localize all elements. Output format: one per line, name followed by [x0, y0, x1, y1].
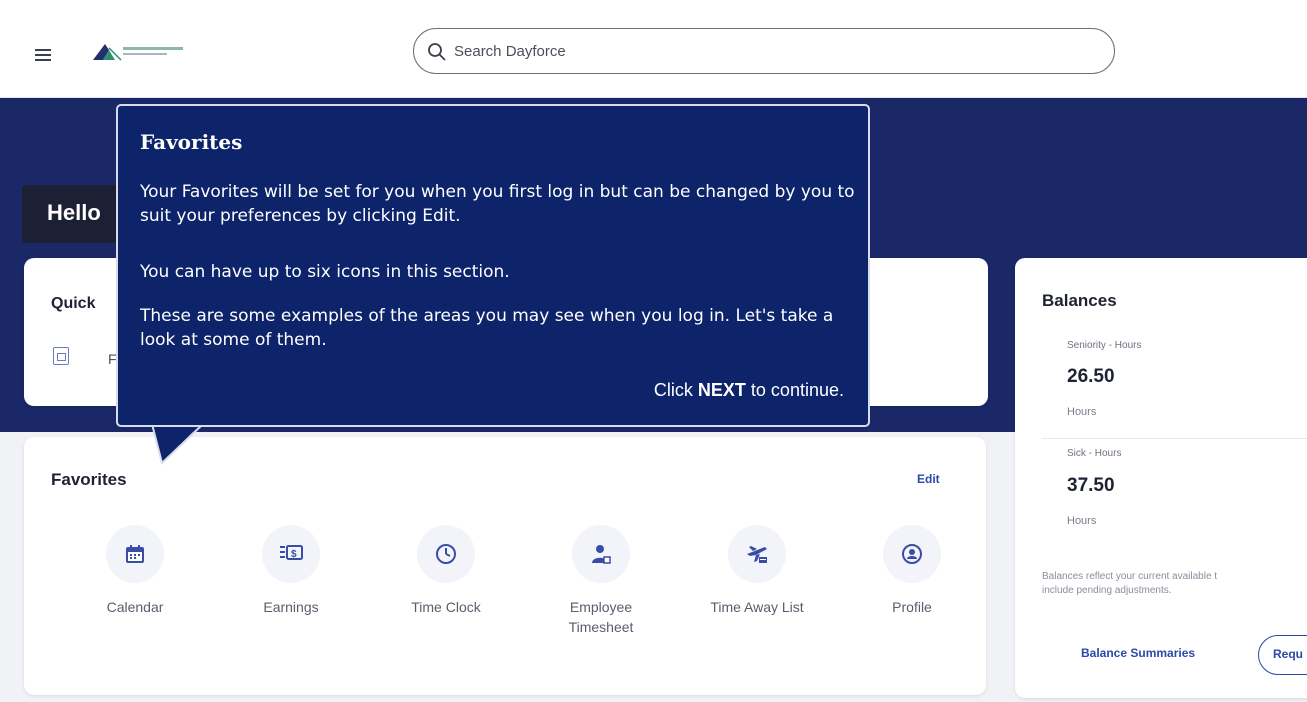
tooltip-next-keyword: NEXT	[697, 380, 746, 400]
favorite-time-away-list[interactable]: Time Away List	[692, 525, 822, 617]
quick-title: Quick	[51, 295, 96, 312]
document-icon[interactable]	[53, 347, 69, 365]
request-button[interactable]: Requ	[1258, 635, 1307, 675]
balances-note: Balances reflect your current available …	[1042, 570, 1307, 598]
svg-text:$: $	[291, 549, 297, 560]
top-bar	[0, 0, 1307, 98]
favorite-label: Employee Timesheet	[568, 599, 634, 635]
favorite-time-clock[interactable]: Time Clock	[381, 525, 511, 617]
tooltip-next-instruction: Click NEXT to continue.	[654, 380, 844, 401]
balance-value: 26.50	[1067, 366, 1115, 387]
balance-divider	[1042, 438, 1307, 439]
favorites-card: Favorites Edit Calendar $ Earnings Time …	[24, 437, 986, 695]
favorite-label: Profile	[892, 599, 932, 615]
favorite-label: Time Clock	[411, 599, 481, 615]
employee-timesheet-icon	[572, 525, 630, 583]
time-away-icon	[728, 525, 786, 583]
favorite-earnings[interactable]: $ Earnings	[226, 525, 356, 617]
profile-icon	[883, 525, 941, 583]
tooltip-title: Favorites	[140, 130, 243, 154]
favorite-calendar[interactable]: Calendar	[70, 525, 200, 617]
greeting-text: Hello	[47, 200, 101, 225]
search-input[interactable]	[454, 40, 1094, 62]
balance-unit: Hours	[1067, 406, 1097, 418]
balances-note-line: Balances reflect your current available …	[1042, 571, 1218, 582]
favorite-label: Time Away List	[710, 599, 804, 615]
tooltip-paragraph: Your Favorites will be set for you when …	[140, 182, 855, 226]
balance-label: Seniority - Hours	[1067, 340, 1142, 351]
search-icon	[428, 43, 446, 61]
balances-note-line: include pending adjustments.	[1042, 585, 1172, 596]
tooltip-next-prefix: Click	[653, 380, 693, 400]
balances-title: Balances	[1042, 291, 1117, 310]
balances-card: Balances Seniority - Hours 26.50 Hours S…	[1015, 258, 1307, 698]
balance-value: 37.50	[1067, 475, 1115, 496]
favorite-label: Earnings	[263, 599, 319, 615]
favorite-label: Calendar	[106, 599, 164, 615]
balance-unit: Hours	[1067, 515, 1097, 527]
balance-label: Sick - Hours	[1067, 448, 1122, 459]
earnings-icon: $	[262, 525, 320, 583]
hamburger-menu-icon[interactable]	[35, 49, 51, 61]
favorite-profile[interactable]: Profile	[847, 525, 977, 617]
tooltip-paragraph: These are some examples of the areas you…	[140, 306, 834, 350]
favorites-tooltip: Favorites Your Favorites will be set for…	[116, 104, 870, 427]
tooltip-next-suffix: to continue.	[750, 380, 844, 400]
clock-icon	[417, 525, 475, 583]
tooltip-pointer	[152, 423, 203, 465]
tooltip-paragraph: You can have up to six icons in this sec…	[140, 262, 510, 282]
favorites-edit-link[interactable]: Edit	[917, 472, 940, 486]
favorite-employee-timesheet[interactable]: Employee Timesheet	[536, 525, 666, 637]
favorites-title: Favorites	[51, 470, 127, 489]
company-logo[interactable]	[91, 38, 191, 64]
calendar-icon	[106, 525, 164, 583]
balance-summaries-link[interactable]: Balance Summaries	[1081, 646, 1195, 660]
search-bar[interactable]	[413, 28, 1115, 74]
